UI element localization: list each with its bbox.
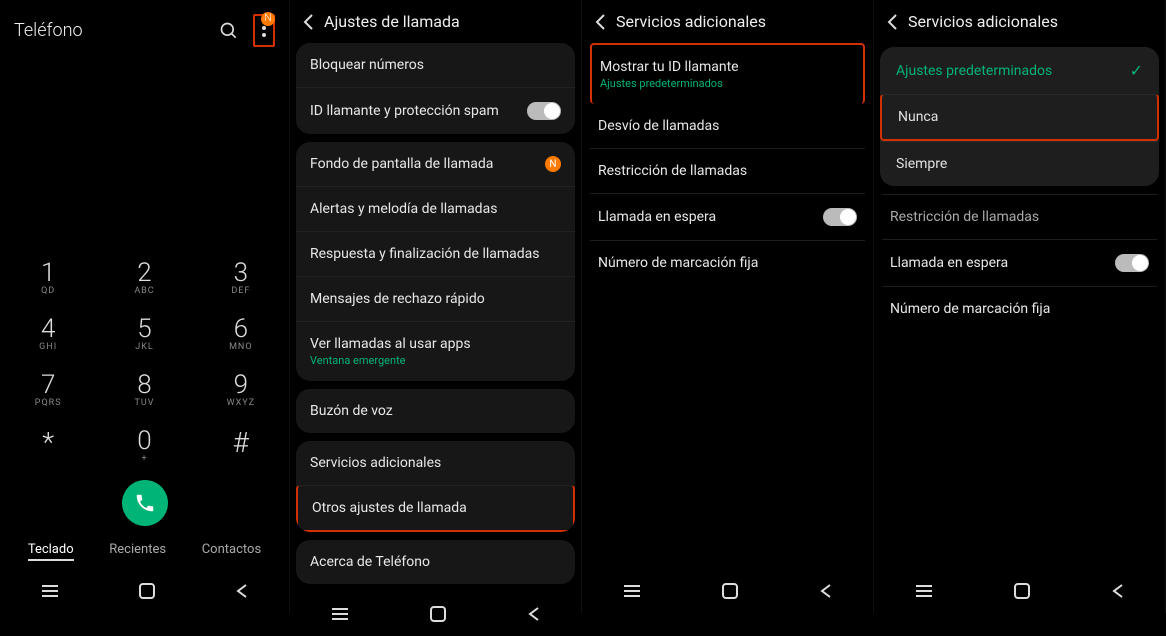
row-answer-end[interactable]: Respuesta y finalización de llamadas xyxy=(296,231,575,276)
nav-back-icon[interactable] xyxy=(527,606,541,622)
phone-header: Teléfono N xyxy=(0,0,289,55)
check-icon: ✓ xyxy=(1130,61,1143,80)
row-call-forwarding[interactable]: Desvío de llamadas xyxy=(590,104,865,149)
row-call-waiting[interactable]: Llamada en espera xyxy=(882,240,1157,287)
more-menu-button[interactable]: N xyxy=(261,18,267,43)
row-about-phone[interactable]: Acerca de Teléfono xyxy=(296,540,575,584)
settings-header: Ajustes de llamada xyxy=(290,0,581,43)
row-block-numbers[interactable]: Bloquear números xyxy=(296,43,575,87)
nav-recents-icon[interactable] xyxy=(40,584,60,598)
toggle-call-waiting[interactable] xyxy=(1115,254,1149,272)
group-call-display: Fondo de pantalla de llamada N Alertas y… xyxy=(296,142,575,381)
nav-recents-icon[interactable] xyxy=(330,607,350,621)
dialer-display-area xyxy=(0,55,289,258)
caller-id-dropdown: Ajustes predeterminados ✓ Nunca Siempre xyxy=(880,47,1159,186)
row-call-waiting[interactable]: Llamada en espera xyxy=(590,194,865,241)
search-icon[interactable] xyxy=(219,21,239,41)
android-navbar xyxy=(290,594,581,636)
android-navbar xyxy=(582,571,873,613)
key-3[interactable]: 3DEF xyxy=(193,258,289,296)
call-button[interactable] xyxy=(122,480,168,526)
key-6[interactable]: 6MNO xyxy=(193,314,289,352)
group-block-spam: Bloquear números ID llamante y protecció… xyxy=(296,43,575,134)
android-navbar xyxy=(0,571,289,613)
key-8[interactable]: 8TUV xyxy=(96,370,192,408)
row-wallpaper[interactable]: Fondo de pantalla de llamada N xyxy=(296,142,575,186)
row-other-call-settings[interactable]: Otros ajustes de llamada xyxy=(296,485,575,532)
row-additional-services[interactable]: Servicios adicionales xyxy=(296,441,575,485)
new-badge-icon: N xyxy=(545,156,561,172)
settings-header: Servicios adicionales xyxy=(874,0,1165,43)
settings-header: Servicios adicionales xyxy=(582,0,873,43)
back-button[interactable] xyxy=(594,13,606,31)
settings-body: Bloquear números ID llamante y protecció… xyxy=(290,43,581,594)
nav-home-icon[interactable] xyxy=(1014,583,1030,599)
nav-back-icon[interactable] xyxy=(819,583,833,599)
additional-services-dropdown-screen: Servicios adicionales Ajustes predetermi… xyxy=(874,0,1166,613)
row-call-restriction[interactable]: Restricción de llamadas xyxy=(882,194,1157,240)
back-button[interactable] xyxy=(886,13,898,31)
nav-home-icon[interactable] xyxy=(430,606,446,622)
key-7[interactable]: 7PQRS xyxy=(0,370,96,408)
android-navbar xyxy=(874,571,1165,613)
key-1[interactable]: 1QD xyxy=(0,258,96,296)
page-title: Servicios adicionales xyxy=(616,12,766,31)
row-over-apps[interactable]: Ver llamadas al usar apps Ventana emerge… xyxy=(296,321,575,381)
call-button-row xyxy=(0,480,289,526)
option-never[interactable]: Nunca xyxy=(880,94,1159,141)
row-fixed-dialing[interactable]: Número de marcación fija xyxy=(882,287,1157,331)
additional-services-screen: Servicios adicionales Mostrar tu ID llam… xyxy=(582,0,874,613)
nav-recents-icon[interactable] xyxy=(914,584,934,598)
page-title: Servicios adicionales xyxy=(908,12,1058,31)
option-always[interactable]: Siempre xyxy=(880,141,1159,186)
app-title: Teléfono xyxy=(14,20,83,41)
nav-back-icon[interactable] xyxy=(235,583,249,599)
dialpad: 1QD 2ABC 3DEF 4GHI 5JKL 6MNO 7PQRS 8TUV … xyxy=(0,258,289,464)
row-show-caller-id[interactable]: Mostrar tu ID llamante Ajustes predeterm… xyxy=(590,43,865,104)
key-2[interactable]: 2ABC xyxy=(96,258,192,296)
tab-contacts[interactable]: Contactos xyxy=(202,542,261,561)
page-title: Ajustes de llamada xyxy=(324,12,460,31)
phone-dialer-screen: Teléfono N 1QD 2ABC 3DEF 4GHI 5JKL xyxy=(0,0,290,613)
header-actions: N xyxy=(219,14,275,47)
row-alerts[interactable]: Alertas y melodía de llamadas xyxy=(296,186,575,231)
nav-home-icon[interactable] xyxy=(139,583,155,599)
group-additional: Servicios adicionales Otros ajustes de l… xyxy=(296,441,575,532)
key-star[interactable]: * xyxy=(0,426,96,464)
nav-back-icon[interactable] xyxy=(1111,583,1125,599)
option-default[interactable]: Ajustes predeterminados ✓ xyxy=(880,47,1159,94)
row-voicemail[interactable]: Buzón de voz xyxy=(296,389,575,433)
group-about: Acerca de Teléfono xyxy=(296,540,575,584)
notification-badge: N xyxy=(261,12,275,26)
row-fixed-dialing[interactable]: Número de marcación fija xyxy=(590,241,865,285)
tab-recents[interactable]: Recientes xyxy=(109,542,166,561)
services-body: Restricción de llamadas Llamada en esper… xyxy=(874,194,1165,331)
key-9[interactable]: 9WXYZ xyxy=(193,370,289,408)
tab-keypad[interactable]: Teclado xyxy=(28,542,74,561)
nav-home-icon[interactable] xyxy=(722,583,738,599)
more-menu-highlight: N xyxy=(253,14,275,47)
toggle-caller-id-spam[interactable] xyxy=(527,102,561,120)
nav-recents-icon[interactable] xyxy=(622,584,642,598)
services-body: Mostrar tu ID llamante Ajustes predeterm… xyxy=(582,43,873,285)
row-reject-messages[interactable]: Mensajes de rechazo rápido xyxy=(296,276,575,321)
phone-tabs: Teclado Recientes Contactos xyxy=(0,536,289,571)
key-4[interactable]: 4GHI xyxy=(0,314,96,352)
row-call-restriction[interactable]: Restricción de llamadas xyxy=(590,149,865,194)
group-voicemail: Buzón de voz xyxy=(296,389,575,433)
call-settings-screen: Ajustes de llamada Bloquear números ID l… xyxy=(290,0,582,613)
key-0[interactable]: 0+ xyxy=(96,426,192,464)
toggle-call-waiting[interactable] xyxy=(823,208,857,226)
back-button[interactable] xyxy=(302,13,314,31)
key-hash[interactable]: # xyxy=(193,426,289,464)
key-5[interactable]: 5JKL xyxy=(96,314,192,352)
row-caller-id-spam[interactable]: ID llamante y protección spam xyxy=(296,87,575,134)
